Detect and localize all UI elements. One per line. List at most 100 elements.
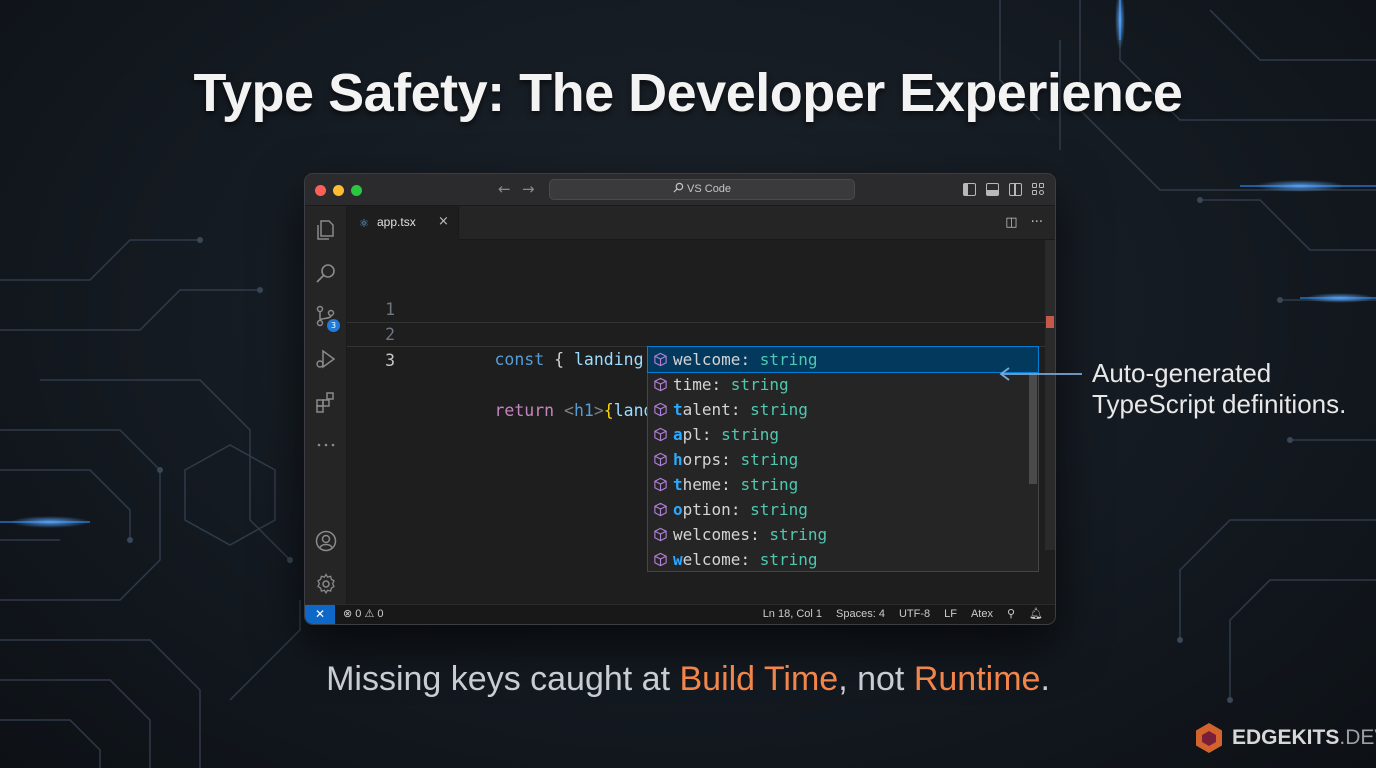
callout-line-1: Auto-generated bbox=[1092, 358, 1272, 388]
brand-name: EDGEKITS bbox=[1232, 726, 1340, 749]
suggestion-match: w bbox=[673, 550, 683, 569]
cursor-position[interactable]: Ln 18, Col 1 bbox=[763, 605, 822, 624]
suggestion-item[interactable]: theme: string bbox=[648, 472, 1038, 497]
remote-indicator[interactable]: ✕ bbox=[305, 605, 335, 624]
suggestion-type: string bbox=[769, 525, 828, 544]
suggestion-match: h bbox=[673, 450, 683, 469]
toggle-secondary-sidebar-icon[interactable] bbox=[1009, 183, 1022, 196]
feedback-icon[interactable]: ⚲ bbox=[1007, 605, 1015, 624]
callout-arrow-icon bbox=[999, 367, 1082, 381]
suggestion-match: t bbox=[673, 400, 683, 419]
status-bar: ✕ ⊗ 0 ⚠ 0 Ln 18, Col 1 Spaces: 4 UTF-8 L… bbox=[305, 604, 1055, 624]
suggestion-colon: : bbox=[740, 550, 760, 569]
suggestion-match: o bbox=[673, 500, 683, 519]
editor-scrollbar[interactable] bbox=[1045, 240, 1055, 550]
suggestion-colon: : bbox=[730, 500, 751, 519]
suggestion-name: orps bbox=[682, 450, 722, 469]
encoding[interactable]: UTF-8 bbox=[899, 605, 930, 624]
suggestion-colon: : bbox=[721, 450, 741, 469]
tagline-highlight-runtime: Runtime bbox=[913, 660, 1041, 698]
suggestion-colon: : bbox=[721, 475, 741, 494]
tagline-highlight-build-time: Build Time bbox=[679, 660, 839, 698]
react-icon: ⚛ bbox=[359, 217, 369, 230]
suggestion-name: elcome bbox=[682, 550, 741, 569]
suggestion-item[interactable]: welcomes: string bbox=[648, 522, 1038, 547]
callout-line-2: TypeScript definitions. bbox=[1092, 389, 1347, 419]
indentation[interactable]: Spaces: 4 bbox=[836, 605, 885, 624]
suggestion-name: ption bbox=[682, 500, 731, 519]
suggestion-type: string bbox=[740, 450, 799, 469]
error-count: 0 bbox=[355, 608, 362, 620]
settings-icon[interactable] bbox=[314, 572, 338, 596]
notifications-icon[interactable]: 🔔︎ bbox=[1029, 605, 1043, 624]
suggestion-name: welcome bbox=[673, 350, 741, 369]
line-ending[interactable]: LF bbox=[944, 605, 957, 624]
brand-suffix: .DEV bbox=[1339, 726, 1376, 749]
more-icon[interactable] bbox=[314, 433, 338, 457]
property-cube-icon bbox=[654, 527, 667, 542]
suggestion-type: string bbox=[750, 400, 808, 419]
callout-text: Auto-generated TypeScript definitions. bbox=[1092, 358, 1372, 420]
tagline-part: Missing keys caught at bbox=[326, 660, 680, 698]
suggestion-item[interactable]: apl: string bbox=[648, 422, 1038, 447]
brace: { bbox=[554, 350, 565, 369]
suggestion-item[interactable]: time: string bbox=[648, 372, 1038, 397]
customize-layout-icon[interactable] bbox=[1032, 183, 1045, 196]
suggestion-item[interactable]: welcome: string bbox=[648, 547, 1038, 572]
property-cube-icon bbox=[654, 352, 667, 367]
suggestion-widget: welcome: string time: string talent: strin… bbox=[647, 346, 1039, 572]
suggestion-name: time bbox=[673, 375, 712, 394]
property-cube-icon bbox=[654, 552, 667, 567]
keyword-const: const bbox=[494, 350, 545, 369]
command-center[interactable]: VS Code bbox=[549, 179, 855, 200]
close-window-button[interactable] bbox=[315, 185, 326, 196]
line-number: 3 bbox=[385, 351, 395, 370]
page-title: Type Safety: The Developer Experience bbox=[193, 63, 1183, 123]
suggestion-item[interactable]: option: string bbox=[648, 497, 1038, 522]
suggestion-type: string bbox=[721, 425, 779, 444]
suggestion-colon: : bbox=[711, 375, 731, 394]
suggestion-type: string bbox=[730, 375, 789, 394]
files-icon[interactable] bbox=[314, 218, 338, 242]
suggestion-name: heme bbox=[682, 475, 722, 494]
tag-name: h1 bbox=[573, 401, 594, 420]
back-arrow-icon[interactable]: ← bbox=[498, 180, 511, 198]
property-cube-icon bbox=[654, 427, 667, 442]
suggestion-colon: : bbox=[740, 350, 760, 369]
zoom-window-button[interactable] bbox=[351, 185, 362, 196]
toggle-panel-icon[interactable] bbox=[986, 183, 999, 196]
more-actions-icon[interactable]: ··· bbox=[1031, 215, 1043, 230]
minimize-window-button[interactable] bbox=[333, 185, 344, 196]
tab-app-tsx[interactable]: ⚛ app.tsx × bbox=[347, 206, 459, 241]
suggestion-type: string bbox=[759, 550, 818, 569]
extensions-icon[interactable] bbox=[314, 390, 338, 414]
brand-logo: EDGEKITS.DEV bbox=[1194, 722, 1376, 754]
suggestion-item[interactable]: welcome: string bbox=[647, 346, 1039, 373]
suggestion-name: alent bbox=[682, 400, 731, 419]
problems-indicator[interactable]: ⊗ 0 ⚠ 0 bbox=[343, 605, 384, 624]
toggle-primary-sidebar-icon[interactable] bbox=[963, 183, 976, 196]
search-icon[interactable] bbox=[314, 261, 338, 285]
suggestion-item[interactable]: horps: string bbox=[648, 447, 1038, 472]
code-line-2: 2 bbox=[347, 297, 1055, 344]
tag-bracket: > bbox=[593, 401, 604, 420]
tagline: Missing keys caught at Build Time, not R… bbox=[0, 660, 1376, 699]
run-debug-icon[interactable] bbox=[314, 347, 338, 371]
suggestion-colon: : bbox=[701, 425, 722, 444]
tag-bracket: < bbox=[564, 401, 574, 420]
command-center-label: VS Code bbox=[687, 183, 732, 195]
variable-landing: landing bbox=[573, 350, 644, 369]
suggestion-name: pl bbox=[682, 425, 702, 444]
suggestion-colon: : bbox=[750, 525, 770, 544]
tagline-part: . bbox=[1040, 660, 1050, 698]
close-tab-icon[interactable]: × bbox=[438, 214, 449, 229]
suggestion-item[interactable]: talent: string bbox=[648, 397, 1038, 422]
code-editor[interactable]: 1 const { landing } = await fetchTransla… bbox=[347, 240, 1055, 606]
tab-bar: ⚛ app.tsx × ◫ ··· bbox=[347, 206, 1055, 241]
account-icon[interactable] bbox=[314, 529, 338, 553]
split-editor-icon[interactable]: ◫ bbox=[1005, 215, 1017, 230]
language-mode[interactable]: Atex bbox=[971, 605, 993, 624]
activity-bar: 3 bbox=[305, 206, 347, 606]
forward-arrow-icon[interactable]: → bbox=[522, 180, 535, 198]
source-control-badge: 3 bbox=[327, 319, 340, 332]
